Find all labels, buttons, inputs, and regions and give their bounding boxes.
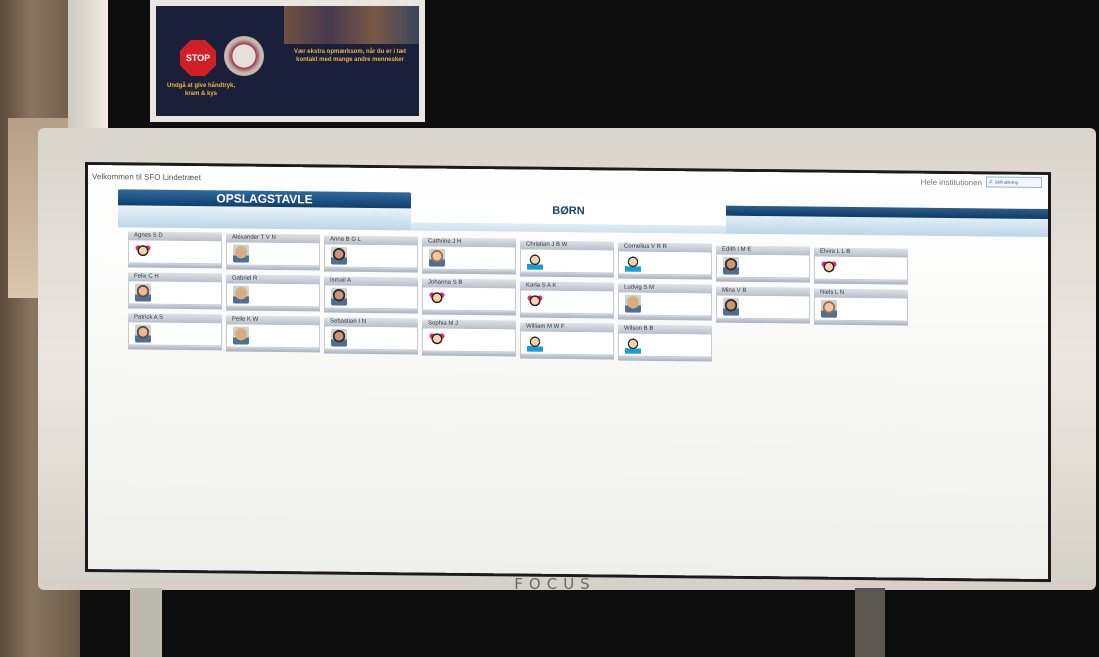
child-card[interactable]: Ludvig S M	[618, 283, 712, 321]
change-department-label: Skift afdeling	[994, 179, 1018, 185]
welcome-text: Velkommen til SFO Lindetræet	[92, 172, 201, 183]
child-card[interactable]: Wilson B B	[618, 324, 712, 362]
child-card[interactable]: Agnes S D	[128, 231, 222, 269]
child-photo	[723, 297, 739, 316]
cartoon-girl-icon	[527, 292, 543, 311]
tv-stand-left	[130, 588, 162, 657]
child-photo	[331, 287, 347, 306]
child-card[interactable]: William M W F	[520, 322, 614, 360]
cartoon-girl-icon	[429, 330, 445, 349]
child-card[interactable]: Johanna S B	[422, 278, 516, 316]
child-card[interactable]: Karla S A K	[520, 281, 614, 319]
tab-born[interactable]: BØRN	[411, 196, 726, 226]
cartoon-boy-icon	[625, 253, 641, 272]
child-card[interactable]: Christian J B W	[520, 240, 614, 278]
child-photo	[429, 248, 445, 267]
cartoon-girl-icon	[821, 258, 837, 277]
child-card[interactable]: Elvira L L B	[814, 247, 908, 285]
child-card[interactable]: Sophia M J	[422, 319, 516, 357]
cartoon-girl-icon	[429, 289, 445, 308]
cartoon-boy-icon	[527, 251, 543, 270]
child-card[interactable]: Niels L N	[814, 288, 908, 326]
child-photo	[723, 256, 739, 275]
cartoon-boy-icon	[527, 333, 543, 352]
child-card[interactable]: Mina V B	[716, 286, 810, 324]
child-photo	[625, 294, 641, 313]
tv-stand-right	[855, 588, 885, 657]
virus-icon	[224, 36, 264, 76]
child-photo	[331, 328, 347, 347]
child-photo	[233, 326, 249, 345]
tv-brand-label: FOCUS	[514, 575, 596, 593]
scope-label: Hele institutionen	[920, 177, 982, 188]
child-card[interactable]: Felix C H	[128, 272, 222, 310]
child-card[interactable]: Patrick A S	[128, 313, 222, 351]
cartoon-boy-icon	[625, 335, 641, 354]
child-card[interactable]: Cornelius V R R	[618, 242, 712, 280]
cartoon-girl-icon	[135, 242, 151, 261]
child-card[interactable]: Anna B G L	[324, 235, 418, 273]
child-card[interactable]: Pelle K W	[226, 315, 320, 353]
search-icon: ⌕	[989, 177, 993, 185]
poster-text-left: Undgå at give håndtryk, kram & kys	[166, 83, 235, 97]
child-card[interactable]: Cathrine J H	[422, 237, 516, 275]
child-photo	[135, 283, 151, 302]
child-card[interactable]: Ismail A	[324, 276, 418, 314]
tab-opslagstavle[interactable]: OPSLAGSTAVLE	[118, 189, 411, 209]
child-photo	[331, 246, 347, 265]
child-card[interactable]: Alexander T V N	[226, 233, 320, 271]
child-card[interactable]: Sebastian I N	[324, 317, 418, 355]
child-photo	[821, 299, 837, 318]
stop-sign-icon: STOP	[180, 40, 216, 76]
touch-screen: Velkommen til SFO Lindetræet OPSLAGSTAVL…	[88, 165, 1048, 580]
wall-poster: STOP Undgå at give håndtryk, kram & kys …	[150, 0, 425, 122]
background-pillar	[68, 0, 108, 140]
child-photo	[233, 285, 249, 304]
child-photo	[135, 324, 151, 343]
child-card[interactable]: Gabriel R	[226, 274, 320, 312]
poster-text-right: Vær ekstra opmærksom, når du er i tæt ko…	[293, 49, 407, 63]
poster-crowd-image	[284, 6, 419, 44]
child-card[interactable]: Edith I M E	[716, 245, 810, 283]
change-department-button[interactable]: ⌕ Skift afdeling	[986, 176, 1042, 188]
child-photo	[233, 244, 249, 263]
